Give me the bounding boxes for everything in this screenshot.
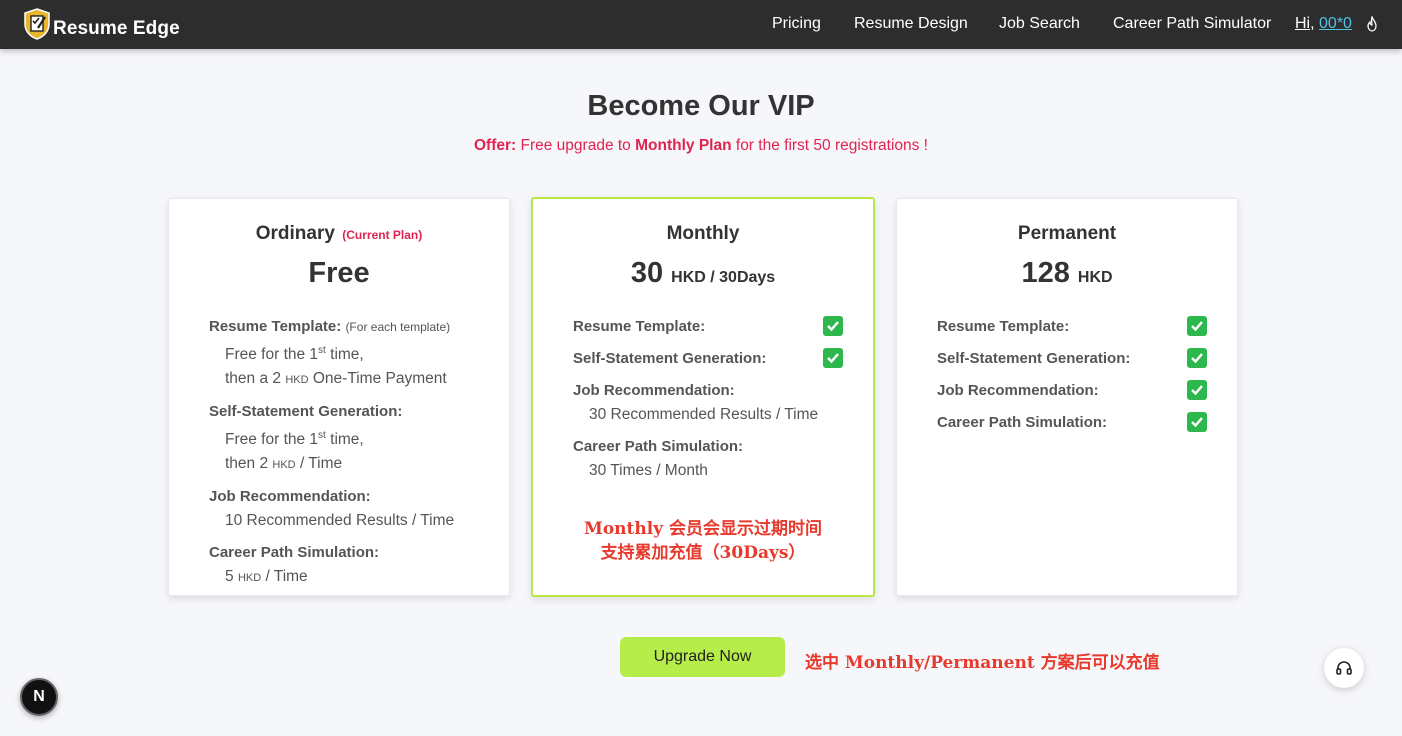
offer-text-2: for the first 50 registrations ! bbox=[731, 137, 928, 154]
offer-text-1: Free upgrade to bbox=[516, 137, 636, 154]
feature-detail: 30 Times / Month bbox=[589, 462, 708, 479]
feature-detail: Free for the 1st time, bbox=[209, 339, 479, 367]
checkmark-icon bbox=[1187, 348, 1207, 368]
feature-resume-template: Resume Template: (For each template) Fre… bbox=[209, 315, 479, 392]
feature-resume-template: Resume Template: bbox=[937, 315, 1207, 339]
feature-label: Resume Template: bbox=[937, 318, 1070, 335]
feature-label: Career Path Simulation: bbox=[937, 414, 1108, 431]
feature-job-recommendation: Job Recommendation: bbox=[937, 379, 1207, 403]
detail-text: / Time bbox=[295, 455, 343, 473]
flame-icon[interactable] bbox=[1366, 16, 1378, 32]
headset-icon bbox=[1336, 661, 1352, 675]
feature-note: (For each template) bbox=[345, 320, 451, 334]
feature-label-text: Resume Template: bbox=[209, 318, 342, 335]
checkmark-icon bbox=[823, 316, 843, 336]
feature-detail: 30 Recommended Results / Time bbox=[589, 406, 819, 423]
plan-name: Permanent bbox=[1017, 223, 1117, 244]
plan-price: 30 HKD / 30Days bbox=[533, 257, 873, 290]
offer-plan: Monthly Plan bbox=[635, 137, 732, 154]
offer-banner: Offer: Free upgrade to Monthly Plan for … bbox=[0, 137, 1402, 155]
feature-job-recommendation: Job Recommendation: 30 Recommended Resul… bbox=[573, 379, 843, 427]
price-unit: HKD bbox=[1077, 269, 1113, 286]
feature-label: Job Recommendation: bbox=[937, 382, 1099, 399]
username-link[interactable]: 00*0 bbox=[1319, 15, 1352, 32]
feature-label: Self-Statement Generation: bbox=[937, 350, 1131, 367]
checkmark-icon bbox=[1187, 412, 1207, 432]
feature-detail: then 2 HKD / Time bbox=[209, 452, 479, 477]
feature-label: Job Recommendation: bbox=[573, 382, 735, 399]
feature-detail: 5 HKD / Time bbox=[209, 565, 479, 590]
feature-label: Resume Template: (For each template) bbox=[209, 315, 479, 339]
feature-label: Job Recommendation: bbox=[209, 488, 371, 506]
checkmark-icon bbox=[1187, 316, 1207, 336]
feature-label: Career Path Simulation: bbox=[209, 544, 380, 562]
feature-list: Resume Template: (For each template) Fre… bbox=[209, 315, 479, 590]
detail-sup: st bbox=[318, 345, 326, 356]
plan-card-ordinary[interactable]: Ordinary (Current Plan) Free Resume Temp… bbox=[168, 198, 510, 596]
feature-career-path: Career Path Simulation: 5 HKD / Time bbox=[209, 541, 479, 590]
detail-text: One-Time Payment bbox=[308, 370, 447, 388]
brand[interactable]: Resume Edge bbox=[23, 8, 180, 40]
feature-list: Resume Template: Self-Statement Generati… bbox=[937, 315, 1207, 435]
detail-text: Free for the 1 bbox=[225, 431, 319, 449]
feature-list: Resume Template: Self-Statement Generati… bbox=[573, 315, 843, 483]
feature-detail: Free for the 1st time, bbox=[209, 424, 479, 452]
page-title: Become Our VIP bbox=[587, 90, 815, 122]
detail-text: then 2 bbox=[225, 455, 273, 473]
resume-edge-logo-icon bbox=[24, 8, 50, 40]
feature-detail: 10 Recommended Results / Time bbox=[225, 512, 455, 530]
user-greeting[interactable]: Hi, 00*0 bbox=[1295, 15, 1352, 33]
feature-career-path: Career Path Simulation: bbox=[937, 411, 1207, 435]
n-badge-button[interactable]: N bbox=[20, 678, 58, 716]
feature-self-statement: Self-Statement Generation: Free for the … bbox=[209, 400, 479, 477]
detail-text: then a 2 bbox=[225, 370, 286, 388]
annotation-line: Monthly 会员会显示过期时间 bbox=[584, 519, 822, 539]
feature-resume-template: Resume Template: bbox=[573, 315, 843, 339]
greeting-text: Hi, bbox=[1295, 15, 1315, 32]
offer-prefix: Offer: bbox=[474, 137, 517, 154]
nav-resume-design[interactable]: Resume Design bbox=[854, 15, 968, 33]
feature-job-recommendation: Job Recommendation: 10 Recommended Resul… bbox=[209, 485, 479, 533]
nav-job-search[interactable]: Job Search bbox=[999, 15, 1080, 33]
feature-label: Self-Statement Generation: bbox=[573, 350, 767, 367]
price-amount: 30 bbox=[630, 257, 664, 289]
nav-career-path-simulator[interactable]: Career Path Simulator bbox=[1113, 15, 1271, 33]
nav-pricing[interactable]: Pricing bbox=[772, 15, 821, 33]
feature-self-statement: Self-Statement Generation: bbox=[937, 347, 1207, 371]
price-unit: HKD / 30Days bbox=[671, 269, 776, 286]
feature-career-path: Career Path Simulation: 30 Times / Month bbox=[573, 435, 843, 483]
brand-name: Resume Edge bbox=[53, 18, 180, 39]
detail-text: time, bbox=[325, 431, 364, 449]
plan-name: Ordinary bbox=[255, 223, 335, 244]
feature-label: Career Path Simulation: bbox=[573, 438, 744, 455]
detail-sup: st bbox=[318, 430, 326, 442]
plan-price: Free bbox=[308, 257, 370, 289]
feature-label: Resume Template: bbox=[573, 318, 706, 335]
detail-unit: HKD bbox=[285, 374, 309, 387]
top-navbar: Resume Edge Pricing Resume Design Job Se… bbox=[0, 0, 1402, 49]
detail-unit: HKD bbox=[272, 459, 296, 472]
upgrade-annotation: 选中 Monthly/Permanent 方案后可以充值 bbox=[805, 653, 1160, 673]
checkmark-icon bbox=[1187, 380, 1207, 400]
upgrade-now-button[interactable]: Upgrade Now bbox=[620, 637, 785, 677]
detail-unit: HKD bbox=[237, 572, 262, 585]
annotation-line: 支持累加充值（30Days） bbox=[600, 543, 806, 563]
plan-title: Ordinary (Current Plan) bbox=[169, 223, 509, 245]
feature-label: Self-Statement Generation: bbox=[209, 403, 403, 421]
plan-card-monthly[interactable]: Monthly 30 HKD / 30Days Resume Template:… bbox=[531, 197, 875, 597]
plan-name: Monthly bbox=[666, 223, 740, 244]
detail-text: time, bbox=[325, 346, 364, 364]
feature-self-statement: Self-Statement Generation: bbox=[573, 347, 843, 371]
price-amount: 128 bbox=[1021, 257, 1070, 289]
detail-text: Free for the 1 bbox=[225, 346, 319, 364]
support-button[interactable] bbox=[1324, 648, 1364, 688]
checkmark-icon bbox=[823, 348, 843, 368]
feature-detail: then a 2 HKD One-Time Payment bbox=[209, 367, 479, 392]
plan-price: 128 HKD bbox=[897, 257, 1237, 290]
monthly-annotation: Monthly 会员会显示过期时间 支持累加充值（30Days） bbox=[533, 517, 873, 565]
detail-text: / Time bbox=[261, 568, 308, 586]
detail-text: 5 bbox=[225, 568, 238, 586]
current-plan-tag: (Current Plan) bbox=[342, 228, 423, 242]
plan-card-permanent[interactable]: Permanent 128 HKD Resume Template: Self-… bbox=[896, 198, 1238, 596]
